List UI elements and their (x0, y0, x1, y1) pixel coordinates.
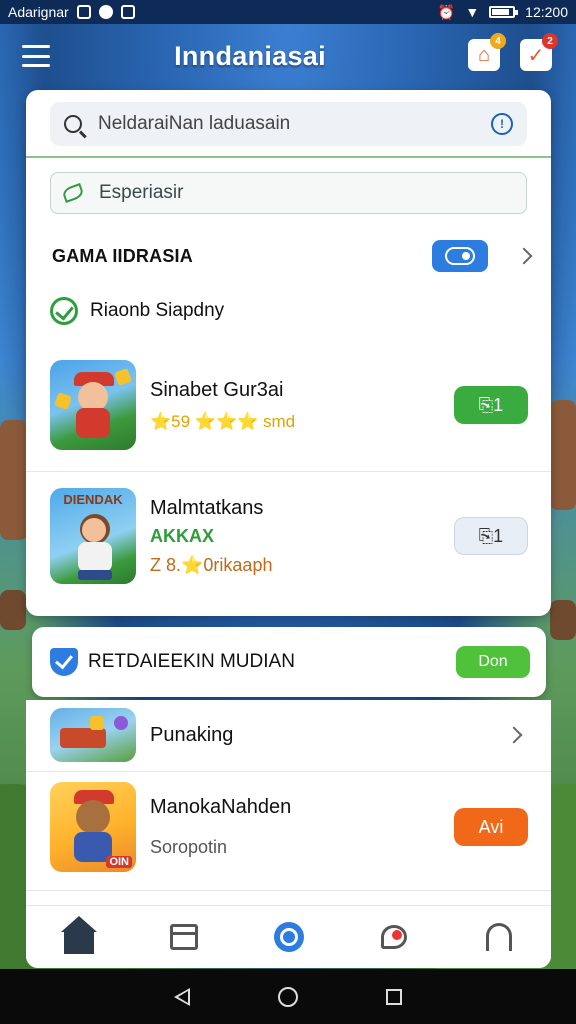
page-title: Inndaniasai (174, 40, 326, 71)
app-thumbnail: OIN (50, 782, 136, 872)
tab-support[interactable] (479, 917, 519, 957)
carrier-label: Adarignar (8, 4, 69, 20)
recents-icon[interactable] (386, 988, 402, 1005)
back-icon[interactable] (174, 987, 190, 1006)
list-item[interactable]: DIENDAK Malmtatkans AKKAX Z 8.⭐0rikaaph … (50, 488, 528, 584)
thumbnail-badge: OIN (106, 856, 132, 868)
shield-check-icon (50, 648, 78, 676)
search-input[interactable]: NeldaraiNan laduasain (98, 113, 491, 135)
divider (26, 890, 551, 891)
home-nav-icon[interactable] (278, 986, 298, 1007)
hamburger-icon[interactable] (22, 45, 50, 67)
clock: 12:200 (525, 4, 568, 20)
divider (26, 156, 551, 158)
divider (26, 471, 551, 472)
app-thumbnail: DIENDAK (50, 488, 136, 584)
app-thumbnail (50, 360, 136, 450)
promo-title: RETDAIEEKIN MUDIAN (88, 651, 295, 672)
bottom-tab-bar (26, 905, 551, 968)
target-icon (273, 922, 304, 952)
app-rating: ⭐59 ⭐⭐⭐ smd (150, 411, 296, 431)
filter-field[interactable]: Esperiasir (50, 172, 527, 214)
wifi-icon: ▼ (465, 4, 480, 20)
promo-card[interactable]: RETDAIEEKIN MUDIAN Don (32, 627, 546, 697)
promo-button[interactable]: Don (456, 646, 530, 678)
toggle-icon (445, 247, 475, 265)
check-alert-button[interactable]: ✓ 2 (520, 33, 558, 73)
home-alert-button[interactable]: ⌂ 4 (468, 33, 506, 73)
app-name: Malmtatkans (150, 496, 264, 519)
install-button[interactable]: ⎘1 (454, 517, 528, 555)
tab-chat[interactable] (374, 917, 414, 957)
chevron-right-icon[interactable] (515, 247, 533, 265)
chat-icon (380, 925, 407, 949)
open-button[interactable]: Avi (454, 808, 528, 846)
alarm-icon: ⏰ (437, 3, 456, 20)
leaf-icon (61, 183, 85, 203)
install-button[interactable]: ⎘1 (454, 386, 528, 424)
list-item[interactable]: OIN ManokaNahden Soropotin Avi (50, 782, 528, 872)
tab-target[interactable] (269, 917, 309, 957)
app-rating: Z 8.⭐0rikaaph (150, 554, 273, 575)
divider (26, 771, 551, 772)
store-icon (169, 924, 198, 950)
section-title: GAMA IIDRASIA (52, 245, 193, 266)
app-thumbnail (50, 708, 136, 762)
search-icon (64, 115, 82, 133)
app-name: Punaking (150, 723, 234, 746)
check-circle-icon (50, 297, 78, 325)
notification-icon (120, 5, 135, 19)
alert-icon[interactable]: ! (491, 113, 513, 135)
status-bar: Adarignar ⏰ ▼ 12:200 (0, 0, 576, 24)
app-bar: Inndaniasai ⌂ 4 ✓ 2 (0, 24, 576, 88)
list-item[interactable]: Sinabet Gur3ai ⭐59 ⭐⭐⭐ smd ⎘1 (50, 360, 528, 450)
app-subtitle: Soropotin (150, 837, 228, 857)
system-nav-bar (0, 969, 576, 1024)
main-card: NeldaraiNan laduasain ! Esperiasir GAMA … (26, 90, 551, 616)
sub-section-header: Riaonb Siapdny (50, 297, 224, 325)
home-badge: 4 (490, 33, 506, 49)
sub-section-title: Riaonb Siapdny (90, 300, 225, 321)
toggle-button[interactable] (432, 240, 488, 272)
app-name: ManokaNahden (150, 796, 292, 818)
headset-icon (485, 923, 512, 951)
notification-icon (98, 5, 113, 19)
search-bar[interactable]: NeldaraiNan laduasain ! (50, 102, 527, 146)
battery-icon (489, 6, 519, 18)
chevron-right-icon[interactable] (505, 726, 523, 744)
tab-store[interactable] (164, 917, 204, 957)
home-icon (60, 916, 97, 954)
section-header: GAMA IIDRASIA (52, 238, 533, 274)
check-badge: 2 (542, 33, 558, 49)
notification-icon (76, 5, 91, 19)
app-name: Sinabet Gur3ai (150, 378, 284, 401)
thumbnail-label: DIENDAK (63, 492, 123, 507)
app-tag: AKKAX (150, 525, 215, 546)
filter-text: Esperiasir (99, 182, 184, 203)
list-item[interactable]: Punaking (50, 708, 528, 762)
tab-home[interactable] (59, 916, 99, 957)
